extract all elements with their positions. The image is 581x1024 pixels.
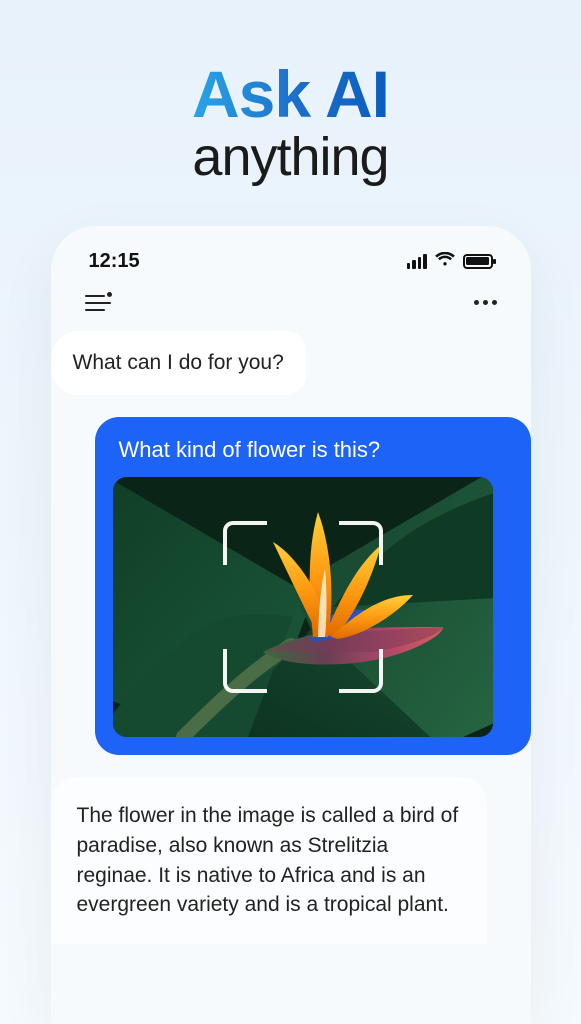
attached-photo: [113, 477, 493, 737]
ai-greeting-bubble: What can I do for you?: [51, 331, 306, 395]
headline: Ask AI anything: [192, 60, 389, 186]
user-message-bubble: What kind of flower is this?: [95, 417, 531, 755]
status-time: 12:15: [89, 250, 140, 273]
chat-area: What can I do for you? What kind of flow…: [71, 331, 511, 944]
more-icon[interactable]: [474, 300, 497, 305]
headline-top: Ask AI: [192, 60, 389, 129]
ai-greeting-text: What can I do for you?: [73, 351, 284, 374]
ai-answer-text: The flower in the image is called a bird…: [77, 804, 459, 916]
menu-icon[interactable]: [85, 293, 111, 313]
status-right: [407, 250, 493, 273]
ai-answer-bubble: The flower in the image is called a bird…: [51, 777, 487, 944]
wifi-icon: [435, 250, 455, 273]
app-bar: [71, 283, 511, 331]
user-question-text: What kind of flower is this?: [113, 433, 513, 477]
headline-bottom: anything: [192, 129, 389, 186]
phone-mockup: 12:15 What can I do for you? What kind o…: [51, 226, 531, 1024]
status-bar: 12:15: [71, 244, 511, 283]
signal-icon: [407, 254, 427, 269]
battery-icon: [463, 254, 493, 269]
